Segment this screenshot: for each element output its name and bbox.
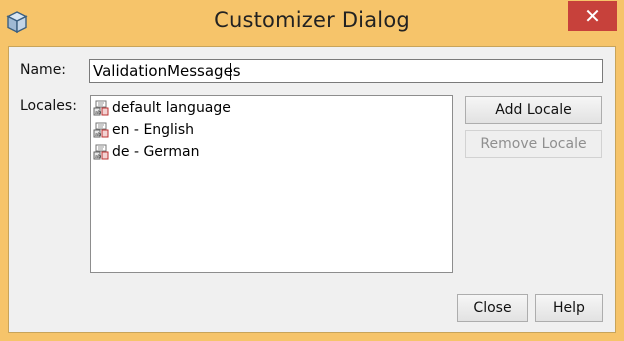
window-title: Customizer Dialog: [214, 8, 410, 32]
locale-item-default[interactable]: ab default language: [93, 98, 443, 118]
close-button[interactable]: Close: [457, 294, 528, 322]
add-locale-button[interactable]: Add Locale: [465, 96, 602, 124]
locale-item-en[interactable]: ab en - English: [93, 120, 443, 140]
locale-item-de[interactable]: ab de - German: [93, 142, 443, 162]
svg-text:ab: ab: [95, 154, 101, 160]
locale-label: default language: [112, 100, 231, 116]
remove-locale-button[interactable]: Remove Locale: [465, 130, 602, 158]
customizer-dialog-window: Customizer Dialog ✕ Name: ValidationMess…: [0, 0, 624, 341]
properties-file-icon: ab: [93, 100, 109, 116]
name-label: Name:: [20, 62, 67, 78]
properties-file-icon: ab: [93, 144, 109, 160]
locales-label: Locales:: [20, 98, 77, 114]
svg-text:ab: ab: [95, 110, 101, 116]
locales-list[interactable]: ab default language ab en - English ab d…: [90, 95, 453, 273]
dialog-body: Name: ValidationMessages Locales: ab def…: [8, 46, 616, 333]
properties-file-icon: ab: [93, 122, 109, 138]
title-bar[interactable]: Customizer Dialog ✕: [0, 0, 624, 46]
window-close-button[interactable]: ✕: [568, 1, 617, 31]
svg-text:ab: ab: [95, 132, 101, 138]
locale-label: de - German: [112, 144, 200, 160]
text-caret: [230, 63, 231, 80]
locale-label: en - English: [112, 122, 194, 138]
name-field[interactable]: ValidationMessages: [89, 59, 603, 83]
help-button[interactable]: Help: [535, 294, 603, 322]
